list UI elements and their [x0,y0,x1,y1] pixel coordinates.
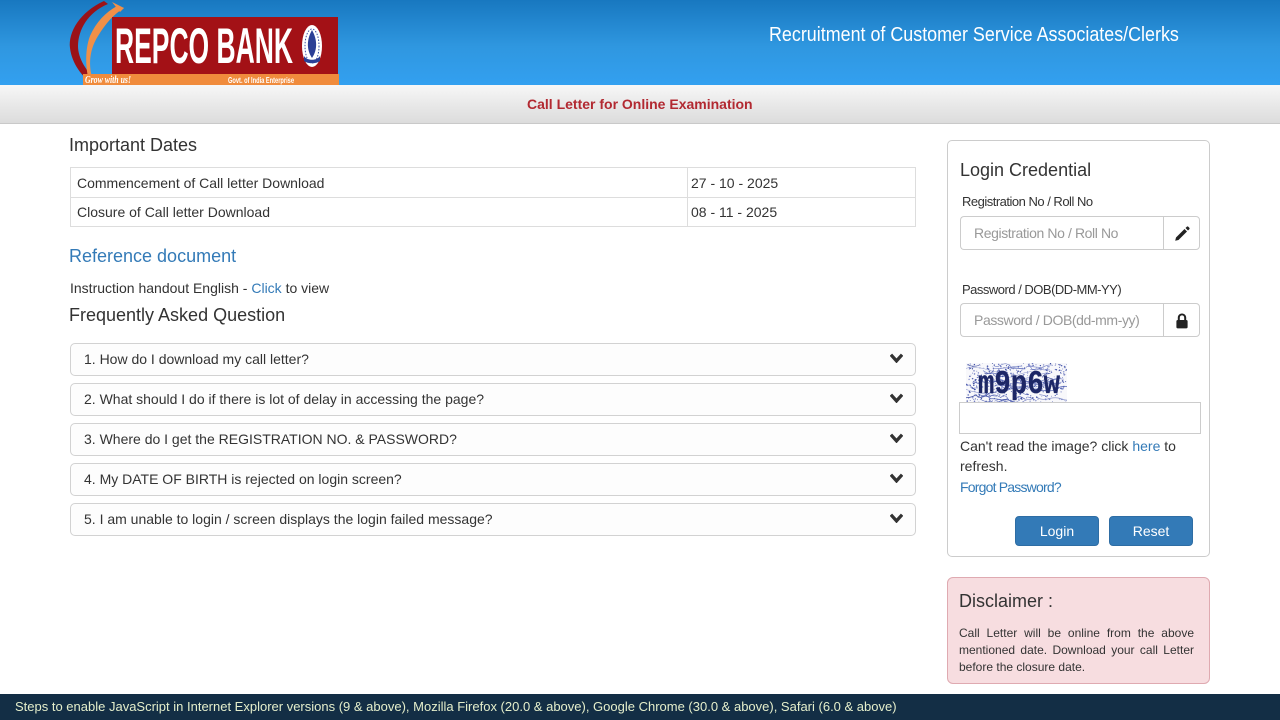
svg-text:REPCO BANK: REPCO BANK [115,18,293,74]
svg-text:Govt. of India Enterprise: Govt. of India Enterprise [228,76,294,85]
svg-text:m9p6w: m9p6w [978,366,1060,403]
